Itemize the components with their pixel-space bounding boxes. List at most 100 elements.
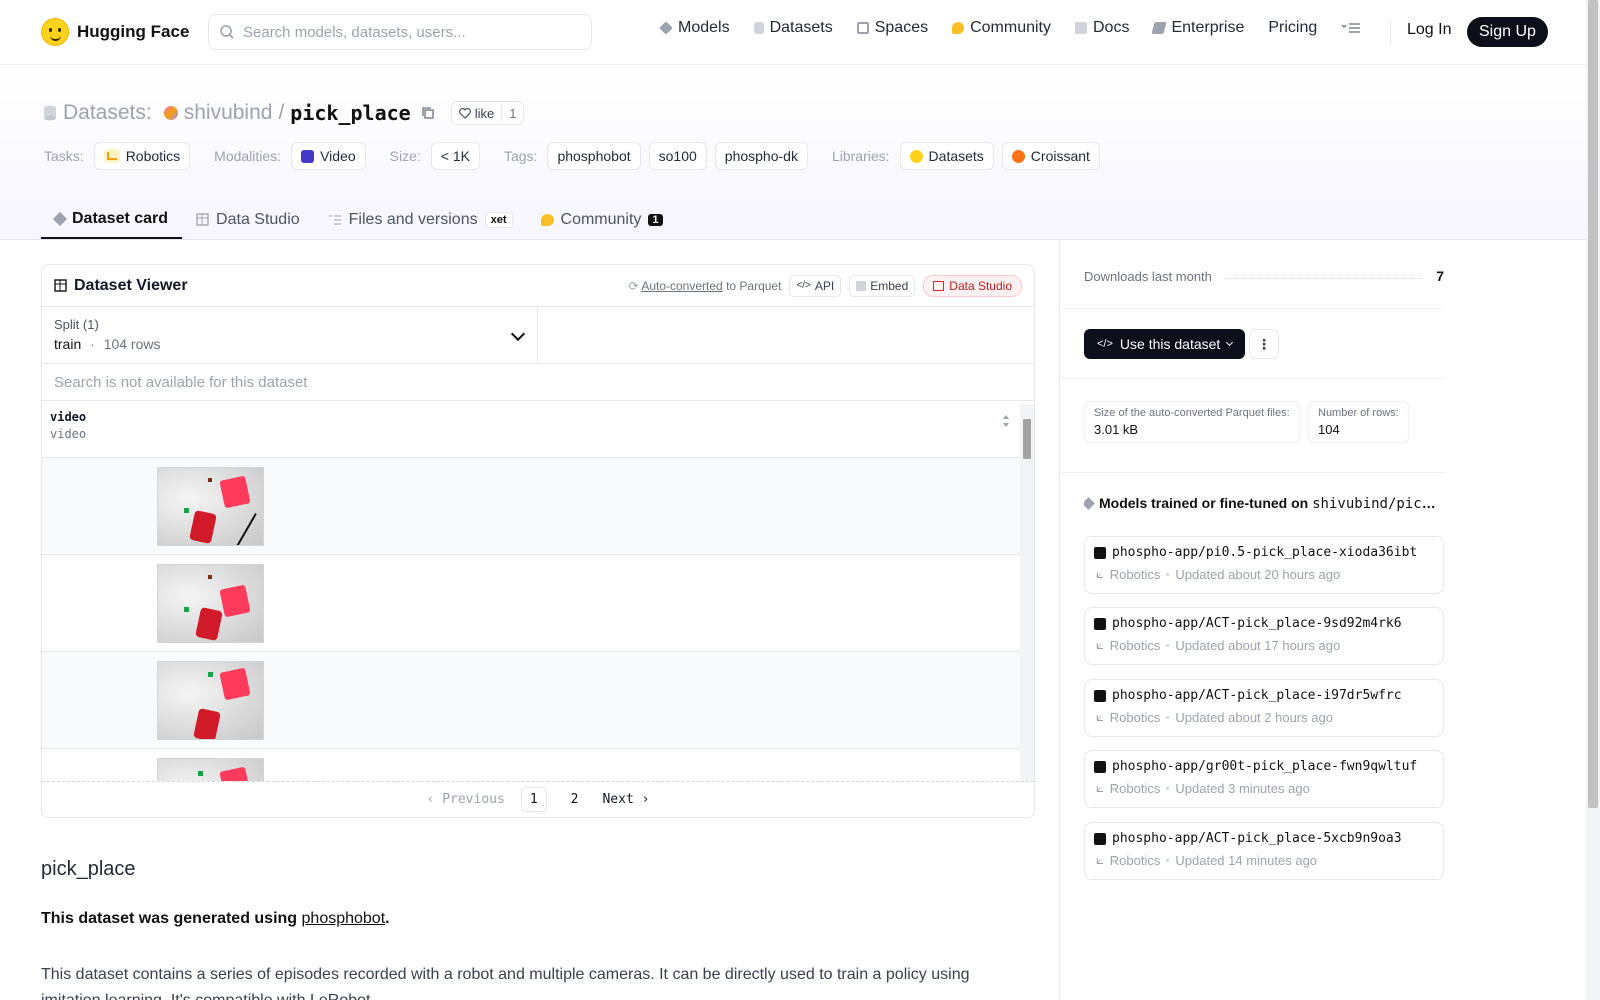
to-parquet-text: to Parquet	[726, 278, 782, 293]
column-header[interactable]: video video	[42, 401, 1020, 458]
nav-pricing[interactable]: Pricing	[1268, 19, 1317, 37]
tab-label: Community	[560, 210, 642, 228]
tab-label: Files and versions	[348, 210, 478, 228]
api-button[interactable]: </> API	[789, 274, 842, 297]
auto-converted-link[interactable]: Auto-converted	[641, 279, 722, 293]
stat-label: Size of the auto-converted Parquet files…	[1094, 407, 1290, 419]
video-thumbnail[interactable]	[157, 467, 264, 546]
tasks-label: Tasks:	[44, 148, 84, 164]
table-row[interactable]	[42, 749, 1020, 782]
viewer-title: Dataset Viewer	[54, 277, 188, 295]
data-studio-button[interactable]: Data Studio	[923, 274, 1022, 297]
login-link[interactable]: Log In	[1407, 21, 1451, 39]
chat-icon	[952, 22, 965, 34]
meta-dot	[1166, 786, 1170, 790]
copy-icon[interactable]	[421, 106, 435, 120]
model-avatar-icon	[1094, 689, 1106, 702]
modality-chip-video[interactable]: Video	[291, 142, 366, 170]
nav-enterprise[interactable]: Enterprise	[1151, 19, 1244, 37]
library-chip-label: Datasets	[928, 148, 984, 164]
data-studio-label: Data Studio	[949, 278, 1012, 293]
task-chip-robotics[interactable]: Robotics	[93, 142, 191, 170]
model-name[interactable]: phospho-app/ACT-pick_place-i97dr5wfrc	[1112, 688, 1402, 703]
chat-icon	[540, 213, 554, 226]
nav-more-menu[interactable]	[1341, 21, 1361, 35]
table-row[interactable]	[42, 458, 1020, 555]
robotics-icon: ⟀	[1096, 637, 1104, 652]
page-2-button[interactable]: 2	[563, 788, 587, 811]
tag-chip[interactable]: so100	[648, 142, 707, 170]
use-this-dataset-button[interactable]: </> Use this dataset	[1084, 329, 1246, 359]
table-row[interactable]	[42, 652, 1020, 749]
models-repo[interactable]: shivubind/pick_place	[1312, 495, 1444, 512]
nav-spaces-label: Spaces	[874, 19, 929, 36]
embed-label: Embed	[870, 278, 909, 293]
model-card[interactable]: phospho-app/ACT-pick_place-9sd92m4rk6 ⟀ R…	[1084, 607, 1444, 665]
search-box[interactable]	[208, 14, 592, 50]
tag-chip[interactable]: phospho-dk	[714, 142, 808, 170]
model-card[interactable]: phospho-app/ACT-pick_place-i97dr5wfrc ⟀ R…	[1084, 679, 1444, 737]
repo-type-label: Datasets:	[63, 101, 152, 124]
xet-badge: xet	[484, 211, 513, 228]
split-row: Split (1) train · 104 rows	[42, 307, 1034, 364]
stat-value: 104	[1318, 422, 1340, 437]
tab-community[interactable]: Community 1	[527, 200, 677, 239]
tab-data-studio[interactable]: Data Studio	[182, 200, 314, 239]
sidebar-separator	[1059, 378, 1444, 379]
breadcrumb-separator: /	[278, 101, 285, 124]
model-updated: Updated 3 minutes ago	[1175, 780, 1310, 796]
split-selector[interactable]: Split (1) train · 104 rows	[42, 307, 538, 363]
downloads-chart-line	[1225, 277, 1423, 279]
robotics-icon: ⟀	[1096, 852, 1104, 867]
model-card[interactable]: phospho-app/gr00t-pick_place-fwn9qwltuf …	[1084, 750, 1444, 808]
model-name[interactable]: phospho-app/gr00t-pick_place-fwn9qwltuf	[1112, 759, 1417, 774]
croissant-icon	[1011, 149, 1025, 163]
files-icon	[328, 215, 341, 224]
nav-datasets[interactable]: Datasets	[753, 19, 833, 37]
nav-models[interactable]: Models	[659, 19, 730, 37]
model-name[interactable]: phospho-app/ACT-pick_place-5xcb9n9oa3	[1112, 831, 1402, 846]
like-button[interactable]: like 1	[450, 101, 525, 125]
brand-logo[interactable]: Hugging Face	[41, 18, 189, 46]
chevron-down-icon	[1226, 338, 1234, 347]
model-updated: Updated about 20 hours ago	[1175, 566, 1341, 582]
tag-chip[interactable]: phosphobot	[547, 142, 641, 170]
table-row[interactable]	[42, 555, 1020, 652]
page-1-button[interactable]: 1	[520, 787, 547, 812]
nav-community[interactable]: Community	[952, 19, 1051, 37]
nav-docs[interactable]: Docs	[1075, 19, 1129, 37]
embed-button[interactable]: Embed	[849, 274, 916, 297]
phosphobot-link[interactable]: phosphobot	[302, 910, 386, 927]
more-options-button[interactable]: ⋮	[1249, 329, 1279, 359]
tab-files-and-versions[interactable]: Files and versions xet	[314, 200, 527, 239]
size-chip[interactable]: < 1K	[430, 142, 480, 170]
repo-tabs: Dataset card Data Studio Files and versi…	[41, 200, 677, 240]
video-thumbnail[interactable]	[157, 564, 264, 643]
signup-button[interactable]: Sign Up	[1467, 17, 1548, 47]
like-label: like	[452, 106, 502, 121]
readme-paragraph: This dataset contains a series of episod…	[41, 966, 970, 1000]
nav-spaces[interactable]: Spaces	[856, 19, 929, 37]
model-name[interactable]: phospho-app/ACT-pick_place-9sd92m4rk6	[1112, 616, 1402, 631]
previous-page-button[interactable]: ‹ Previous	[427, 792, 505, 807]
models-title-text: Models trained or fine-tuned on	[1099, 495, 1309, 511]
owner-avatar[interactable]	[163, 106, 178, 120]
library-chip-datasets[interactable]: Datasets	[899, 142, 994, 170]
video-thumbnail[interactable]	[157, 758, 264, 782]
page-scrollbar[interactable]	[1586, 0, 1600, 1000]
repo-name[interactable]: pick_place	[290, 101, 410, 125]
viewer-scroll-thumb[interactable]	[1023, 419, 1031, 459]
library-chip-croissant[interactable]: Croissant	[1001, 142, 1100, 170]
owner-link[interactable]: shivubind	[184, 101, 273, 125]
sort-icon[interactable]	[1002, 414, 1010, 428]
model-card[interactable]: phospho-app/pi0.5-pick_place-xioda36ibt …	[1084, 536, 1444, 594]
video-thumbnail[interactable]	[157, 661, 264, 740]
downloads-stat: Downloads last month 7	[1084, 268, 1444, 284]
tab-dataset-card[interactable]: Dataset card	[41, 200, 183, 239]
model-name[interactable]: phospho-app/pi0.5-pick_place-xioda36ibt	[1112, 545, 1417, 560]
viewer-scrollbar[interactable]	[1020, 404, 1034, 782]
model-card[interactable]: phospho-app/ACT-pick_place-5xcb9n9oa3 ⟀ R…	[1084, 822, 1444, 880]
next-page-button[interactable]: Next ›	[602, 792, 649, 807]
page-scroll-thumb[interactable]	[1588, 0, 1598, 808]
search-input[interactable]	[243, 23, 573, 41]
